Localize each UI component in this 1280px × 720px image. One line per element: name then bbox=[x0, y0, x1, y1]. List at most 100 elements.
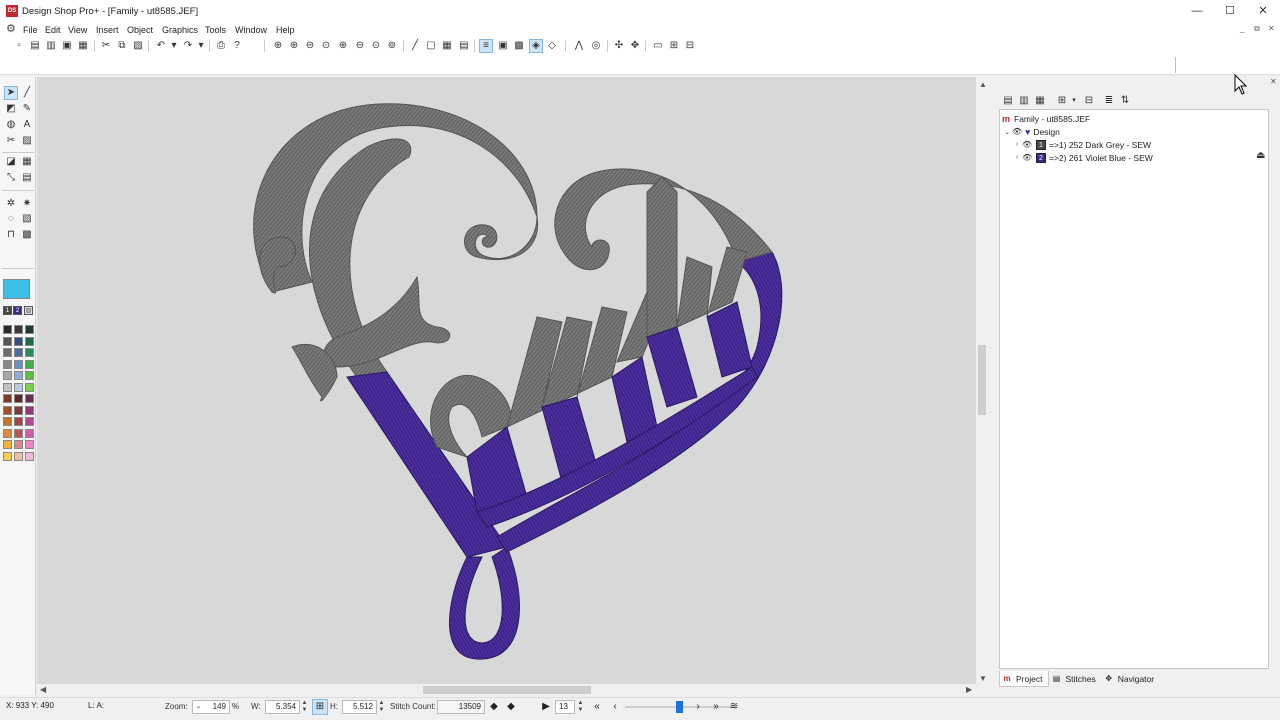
thread-chip-1[interactable]: 1 bbox=[3, 306, 12, 315]
expand-icon[interactable]: › bbox=[1012, 154, 1022, 161]
width-spinner[interactable]: ▲ ▼ bbox=[300, 700, 309, 714]
menu-object[interactable]: Object bbox=[127, 25, 153, 35]
color-swatch[interactable] bbox=[14, 405, 23, 415]
thread-chip-2[interactable]: 2 bbox=[13, 306, 22, 315]
color-swatch[interactable] bbox=[25, 359, 34, 369]
properties-icon[interactable]: ▦ bbox=[1034, 95, 1046, 107]
new-file-icon[interactable]: ▫ bbox=[13, 40, 25, 52]
save-folder-icon[interactable]: ▥ bbox=[1018, 95, 1030, 107]
color-swatch[interactable] bbox=[25, 451, 34, 461]
mdi-restore-button[interactable]: ⧉ bbox=[1254, 24, 1260, 34]
undo-icon[interactable]: ↶ bbox=[155, 40, 167, 52]
step-field[interactable]: 13 bbox=[555, 700, 575, 714]
menu-graphics[interactable]: Graphics bbox=[162, 25, 198, 35]
undo-dropdown-icon[interactable]: ▾ bbox=[168, 40, 180, 52]
trace-icon[interactable]: ⋀ bbox=[573, 40, 585, 52]
move-up-icon[interactable]: ⏏ bbox=[1256, 150, 1265, 161]
stitch-slider-thumb[interactable] bbox=[676, 701, 683, 713]
color-swatch[interactable] bbox=[3, 417, 12, 426]
fill-pattern-icon[interactable]: ▦ bbox=[21, 156, 33, 168]
pen-tool-icon[interactable]: ✎ bbox=[21, 103, 33, 115]
eye-icon[interactable]: 👁 bbox=[1022, 140, 1032, 149]
width-field[interactable]: 5.354 bbox=[265, 700, 300, 714]
tab-project[interactable]: m Project bbox=[999, 671, 1050, 687]
list-view-icon[interactable]: ≣ bbox=[1103, 95, 1115, 107]
menu-tools[interactable]: Tools bbox=[205, 25, 226, 35]
paste-icon[interactable]: ▨ bbox=[132, 40, 144, 52]
scroll-down-icon[interactable]: ▼ bbox=[979, 674, 987, 683]
tree-root[interactable]: m Family - ut8585.JEF bbox=[1002, 112, 1090, 125]
eye-icon[interactable]: 👁 bbox=[1012, 127, 1022, 136]
zoom-field[interactable]: ⌄ 149 bbox=[192, 700, 230, 714]
copy-icon[interactable]: ⧉ bbox=[116, 40, 128, 52]
color-swatch[interactable] bbox=[3, 394, 12, 403]
tab-stitches[interactable]: ▤ Stitches bbox=[1049, 671, 1101, 687]
split-icon[interactable]: ⊞ bbox=[668, 40, 680, 52]
sort-icon[interactable]: ⇅ bbox=[1119, 95, 1131, 107]
expand-icon[interactable]: › bbox=[1012, 141, 1022, 148]
zoom-out-icon[interactable]: ⊖ bbox=[304, 40, 316, 52]
crosshatch-tool-icon[interactable]: ▧ bbox=[21, 213, 33, 225]
measure-icon[interactable]: ╱ bbox=[409, 40, 421, 52]
color-swatch[interactable] bbox=[25, 417, 34, 426]
ungroup-icon[interactable]: ⊟ bbox=[1083, 95, 1095, 107]
color-swatch[interactable] bbox=[14, 394, 23, 403]
close-button[interactable]: ✕ bbox=[1246, 0, 1280, 22]
view-realistic-icon[interactable]: ◇ bbox=[546, 40, 558, 52]
zoom-dropdown-icon[interactable]: ⌄ bbox=[196, 701, 201, 713]
redo-icon[interactable]: ↷ bbox=[182, 40, 194, 52]
menu-help[interactable]: Help bbox=[276, 25, 295, 35]
zoom-in-icon[interactable]: ⊕ bbox=[288, 40, 300, 52]
tree-item-thread-1[interactable]: › 👁 1 =>1) 252 Dark Grey - SEW bbox=[1012, 138, 1151, 151]
color-swatch[interactable] bbox=[25, 371, 34, 380]
color-swatch[interactable] bbox=[3, 382, 12, 392]
zoom-selection-icon[interactable]: ⊕ bbox=[337, 40, 349, 52]
tree-item-thread-2[interactable]: › 👁 2 =>2) 261 Violet Blue - SEW bbox=[1012, 151, 1153, 164]
text-tool-icon[interactable]: A bbox=[21, 119, 33, 131]
play-icon[interactable]: ▶ bbox=[540, 701, 552, 713]
color-swatch[interactable] bbox=[14, 440, 23, 449]
table-icon[interactable]: ▤ bbox=[458, 40, 470, 52]
tab-navigator[interactable]: ✥ Navigator bbox=[1102, 671, 1160, 687]
minimize-button[interactable]: — bbox=[1180, 0, 1214, 22]
eraser-tool-icon[interactable]: ◩ bbox=[5, 103, 17, 115]
maximize-button[interactable]: ☐ bbox=[1213, 0, 1247, 22]
color-swatch[interactable] bbox=[25, 394, 34, 403]
stitch-simulator-icon[interactable]: ≋ bbox=[728, 701, 740, 713]
color-swatch[interactable] bbox=[3, 371, 12, 380]
fill-tool-icon[interactable]: ◍ bbox=[5, 119, 17, 131]
color-swatch[interactable] bbox=[14, 428, 23, 438]
select-tool-icon[interactable]: ➤ bbox=[4, 86, 18, 100]
grid-icon[interactable]: ▦ bbox=[441, 40, 453, 52]
applique-tool-icon[interactable]: ◌ bbox=[5, 213, 17, 225]
eye-icon[interactable]: 👁 bbox=[1022, 153, 1032, 162]
color-step-icon[interactable]: ◆ bbox=[488, 701, 500, 713]
horizontal-scroll-thumb[interactable] bbox=[423, 686, 591, 694]
color-swatch[interactable] bbox=[25, 405, 34, 415]
mdi-close-button[interactable]: ✕ bbox=[1268, 24, 1275, 33]
hoop-icon[interactable]: ▢ bbox=[425, 40, 437, 52]
zoom-icon[interactable]: ⊕ bbox=[272, 40, 284, 52]
shape-tool-icon[interactable]: ◪ bbox=[5, 156, 17, 168]
open-design-icon[interactable]: ▥ bbox=[45, 40, 57, 52]
pattern-tool-icon[interactable]: ▨ bbox=[21, 135, 33, 147]
next-stitch-icon[interactable]: › bbox=[692, 701, 704, 713]
no-color-icon[interactable]: ▨ bbox=[24, 306, 33, 315]
help-icon[interactable]: ? bbox=[231, 40, 243, 52]
scroll-up-icon[interactable]: ▲ bbox=[979, 80, 987, 89]
color-swatch[interactable] bbox=[14, 417, 23, 426]
trace-options-icon[interactable]: ◎ bbox=[590, 40, 602, 52]
redo-dropdown-icon[interactable]: ▾ bbox=[195, 40, 207, 52]
color-swatch[interactable] bbox=[25, 428, 34, 438]
view-artwork-icon[interactable]: ▩ bbox=[513, 40, 525, 52]
stamp-tool-icon[interactable]: ▩ bbox=[21, 229, 33, 241]
menu-view[interactable]: View bbox=[68, 25, 87, 35]
group-icon[interactable]: ⊞ bbox=[1056, 95, 1068, 107]
zoom-page-icon[interactable]: ⊙ bbox=[370, 40, 382, 52]
color-swatch[interactable] bbox=[14, 371, 23, 380]
vertical-scroll-thumb[interactable] bbox=[978, 345, 986, 415]
color-swatch[interactable] bbox=[3, 348, 12, 357]
color-swatch[interactable] bbox=[14, 325, 23, 334]
color-swatch[interactable] bbox=[25, 336, 34, 346]
zoom-previous-icon[interactable]: ⊖ bbox=[354, 40, 366, 52]
